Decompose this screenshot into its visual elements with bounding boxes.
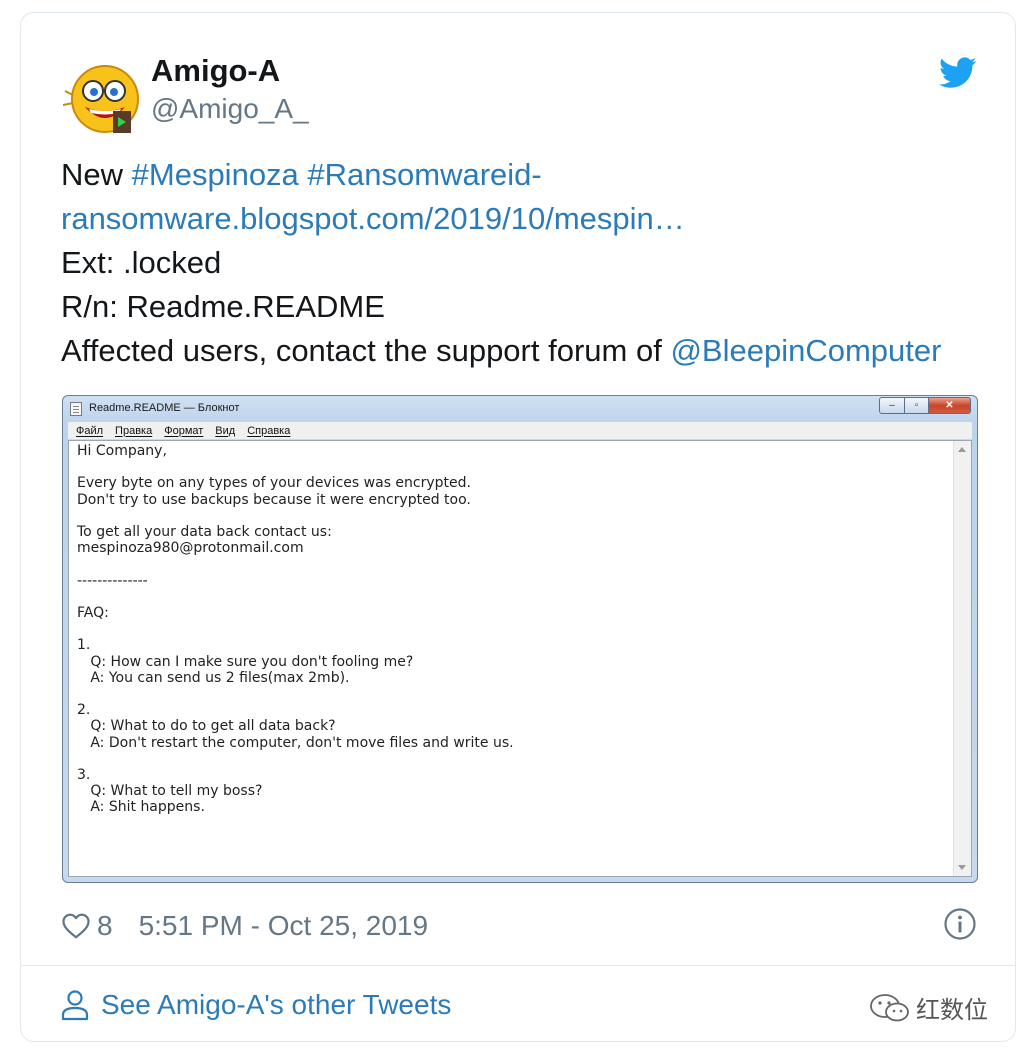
minimize-icon: – (879, 397, 905, 414)
window-controls: – ▫ ✕ (879, 397, 971, 415)
menu-edit: Правка (115, 424, 153, 437)
tweet-timestamp[interactable]: 5:51 PM - Oct 25, 2019 (139, 910, 429, 942)
hashtag-mespinoza[interactable]: #Mespinoza (132, 157, 299, 192)
maximize-icon: ▫ (905, 397, 929, 414)
other-tweets-link[interactable]: See Amigo-A's other Tweets (61, 983, 451, 1027)
tweet-card: Amigo-A @Amigo_A_ New #Mespinoza #Ransom… (20, 12, 1016, 1042)
menu-format: Формат (164, 424, 204, 437)
notepad-title: Readme.README — Блокнот (89, 402, 240, 414)
watermark: 红数位 (868, 990, 988, 1025)
menu-file: Файл (76, 424, 104, 437)
heart-icon[interactable] (61, 911, 91, 941)
vertical-scrollbar (953, 441, 971, 876)
author-handle[interactable]: @Amigo_A_ (151, 93, 309, 125)
tweet-meta: 8 5:51 PM - Oct 25, 2019 (61, 906, 428, 946)
scroll-up-icon (958, 447, 966, 452)
like-count: 8 (97, 910, 113, 941)
notepad-editor: Hi Company, Every byte on any types of y… (68, 440, 972, 877)
scroll-down-icon (958, 865, 966, 870)
menu-view: Вид (215, 424, 236, 437)
notepad-menubar: Файл Правка Формат Вид Справка (68, 422, 972, 440)
tweet-text: New #Mespinoza #Ransomwareid- ransomware… (61, 153, 991, 373)
ext-line: Ext: .locked (61, 245, 222, 280)
tweet-prefix: New (61, 157, 124, 192)
avatar[interactable] (63, 55, 153, 139)
menu-help: Справка (247, 424, 291, 437)
person-icon (61, 990, 89, 1021)
twitter-bird-icon[interactable] (939, 57, 977, 89)
hashtag-ransomwareid[interactable]: #Ransomwareid- (307, 157, 541, 192)
notepad-titlebar: Readme.README — Блокнот – ▫ ✕ (63, 396, 977, 422)
notepad-icon (70, 402, 82, 416)
rn-line: R/n: Readme.README (61, 289, 385, 324)
mention-bleepincomputer[interactable]: @BleepinComputer (670, 333, 941, 368)
watermark-text: 红数位 (916, 996, 988, 1024)
info-icon[interactable] (943, 907, 977, 941)
author-name[interactable]: Amigo-A (151, 53, 280, 89)
tweet-line-5: Affected users, contact the support foru… (61, 329, 991, 373)
notepad-screenshot[interactable]: Readme.README — Блокнот – ▫ ✕ Файл Правк… (62, 395, 978, 883)
other-tweets-label[interactable]: See Amigo-A's other Tweets (101, 989, 451, 1021)
affected-text: Affected users, contact the support foru… (61, 333, 662, 368)
tweet-line-1: New #Mespinoza #Ransomwareid- (61, 153, 991, 197)
blog-link[interactable]: ransomware.blogspot.com/2019/10/mespin… (61, 197, 991, 241)
close-icon: ✕ (929, 397, 971, 414)
ransom-note-text: Hi Company, Every byte on any types of y… (77, 443, 514, 816)
card-divider (21, 965, 1015, 966)
wechat-icon (870, 993, 909, 1021)
